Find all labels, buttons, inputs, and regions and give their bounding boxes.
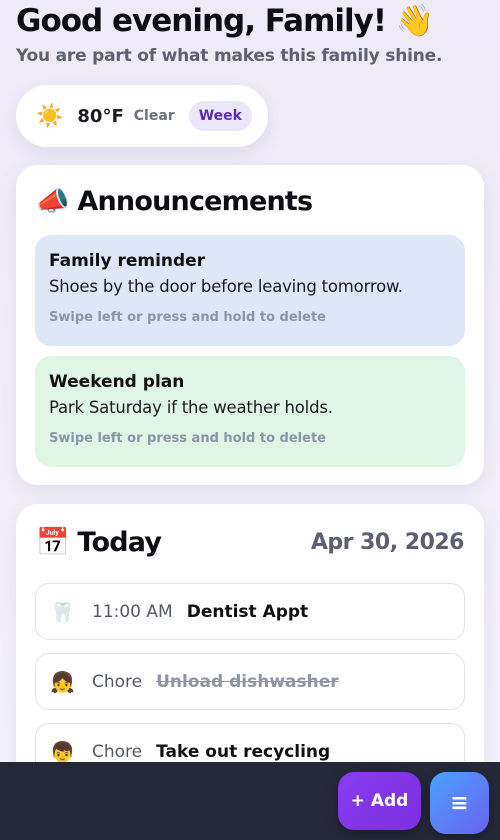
- announcement-title: Weekend plan: [49, 372, 185, 392]
- today-date: Apr 30, 2026: [310, 530, 465, 555]
- weather-range-toggle[interactable]: Week: [188, 101, 252, 131]
- event-title: Take out recycling: [156, 741, 331, 762]
- event-time: Chore: [92, 671, 143, 692]
- announcements-card: 📣 Announcements Family reminder Shoes by…: [16, 165, 484, 485]
- sun-icon: ☀️: [36, 103, 64, 129]
- bottom-bar: [0, 762, 500, 840]
- announcement-item[interactable]: Weekend plan Park Saturday if the weathe…: [35, 356, 465, 467]
- boy-icon: 👦: [50, 739, 75, 764]
- weather-widget: ☀️ 80°F Clear Week: [16, 85, 268, 147]
- tooth-icon: 🦷: [50, 599, 75, 624]
- event-time: Chore: [92, 741, 143, 762]
- event-time: 11:00 AM: [92, 601, 173, 622]
- girl-icon: 👧: [50, 669, 75, 694]
- announcement-delete-hint: Swipe left or press and hold to delete: [49, 310, 326, 325]
- weather-temperature: 80°F: [77, 105, 124, 127]
- announcement-body: Shoes by the door before leaving tomorro…: [49, 277, 403, 296]
- add-button[interactable]: + Add: [338, 772, 421, 830]
- menu-button[interactable]: ≡: [430, 772, 489, 834]
- greeting-title: Good evening, Family! 👋: [16, 3, 434, 39]
- announcement-body: Park Saturday if the weather holds.: [49, 398, 333, 417]
- weather-condition: Clear: [133, 108, 175, 124]
- announcement-title: Family reminder: [49, 251, 206, 271]
- announcement-item[interactable]: Family reminder Shoes by the door before…: [35, 235, 465, 346]
- event-title: Unload dishwasher: [156, 671, 339, 692]
- event-row[interactable]: 👧 Chore Unload dishwasher: [35, 653, 465, 710]
- announcements-title: 📣 Announcements: [36, 186, 313, 217]
- announcement-delete-hint: Swipe left or press and hold to delete: [49, 431, 326, 446]
- event-row[interactable]: 🦷 11:00 AM Dentist Appt: [35, 583, 465, 640]
- today-title: 📅 Today: [36, 527, 162, 558]
- event-title: Dentist Appt: [186, 601, 309, 622]
- greeting-subtitle: You are part of what makes this family s…: [16, 46, 443, 66]
